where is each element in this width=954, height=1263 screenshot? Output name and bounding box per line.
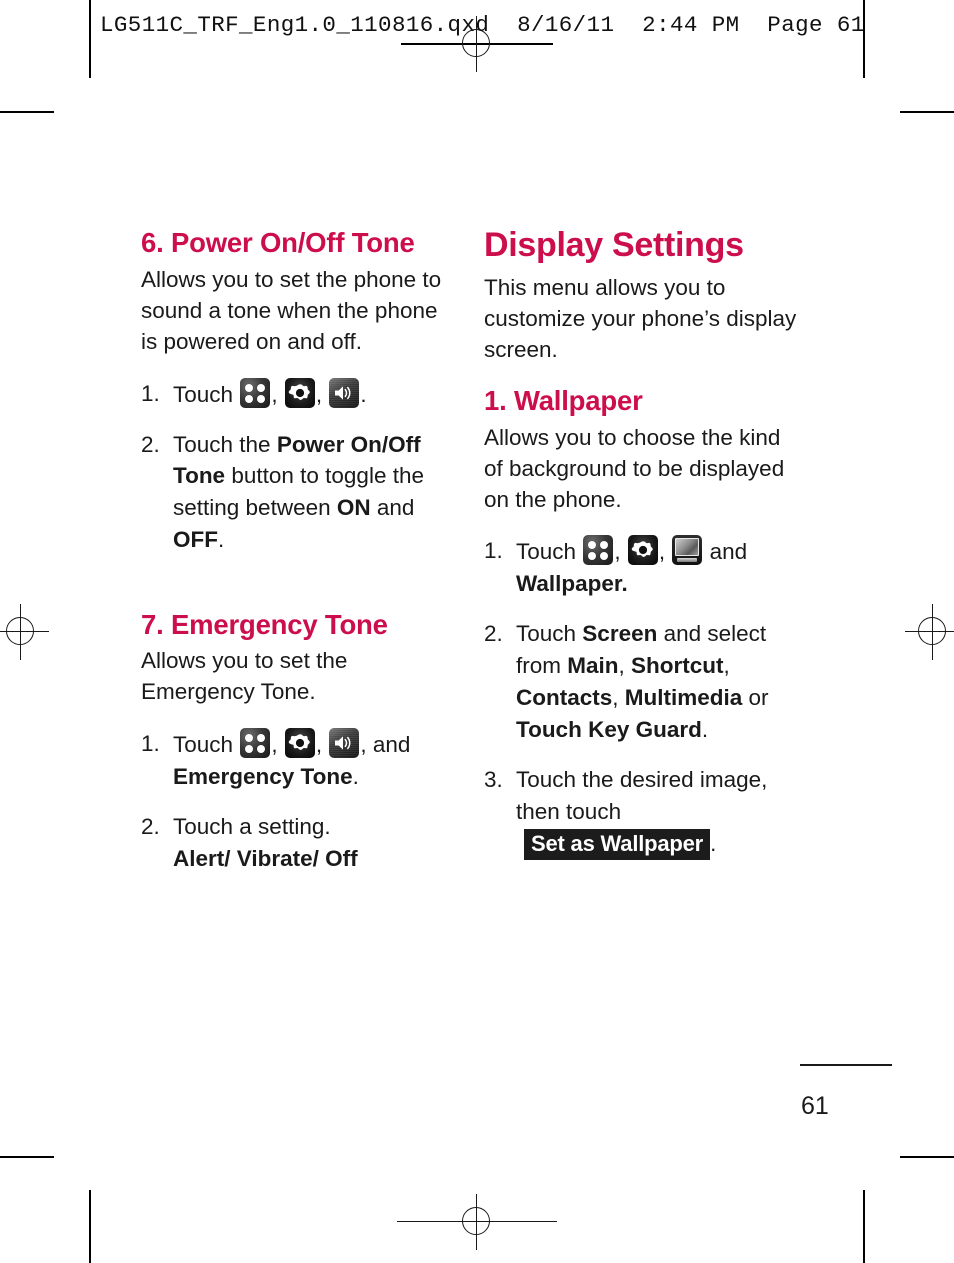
separator-comma: ,: [315, 381, 323, 407]
step-wallpaper-1: 1. Touch , , and Wallpaper.: [484, 535, 797, 600]
step-text: Touch the: [173, 431, 277, 457]
emphasis-contacts: Contacts: [516, 685, 613, 711]
paragraph-display-settings-intro: This menu allows you to customize your p…: [484, 275, 797, 362]
step-number: 1.: [141, 731, 160, 757]
sound-speaker-icon[interactable]: [329, 377, 360, 408]
right-column: Display Settings This menu allows you to…: [484, 226, 797, 878]
step-text: and: [370, 495, 415, 521]
heading-display-settings: Display Settings: [484, 226, 744, 264]
settings-gear-icon[interactable]: [284, 377, 315, 408]
separator: ,: [612, 685, 625, 711]
emphasis-shortcut: Shortcut: [631, 653, 724, 679]
step-text: Touch: [516, 621, 583, 647]
registration-horizontal-line: [905, 631, 954, 632]
step-power-tone-1: 1. Touch , , .: [141, 377, 454, 411]
step-emergency-tone-2: 2. Touch a setting. Alert/ Vibrate/ Off: [141, 811, 454, 875]
separator-comma: ,: [658, 539, 666, 565]
step-text: Touch: [173, 381, 234, 407]
emphasis-wallpaper: Wallpaper.: [516, 571, 628, 597]
document-page: LG511C_TRF_Eng1.0_110816.qxd 8/16/11 2:4…: [0, 0, 954, 1263]
period: .: [710, 830, 717, 856]
crop-mark-top-left-horizontal: [0, 111, 54, 113]
step-text-tail: and: [709, 539, 748, 565]
emphasis-multimedia: Multimedia: [624, 685, 743, 711]
period: .: [352, 763, 359, 789]
step-number: 2.: [141, 431, 160, 457]
paragraph-emergency-tone-intro: Allows you to set the Emergency Tone.: [141, 648, 348, 705]
left-column: 6. Power On/Off Tone Allows you to set t…: [141, 228, 454, 893]
emphasis-off: OFF: [173, 527, 218, 553]
registration-mark-bottom-center: [397, 1194, 557, 1250]
step-power-tone-2: 2. Touch the Power On/Off Tone button to…: [141, 429, 454, 557]
settings-gear-icon[interactable]: [627, 535, 658, 566]
step-number: 2.: [484, 621, 503, 647]
crop-mark-bottom-left-horizontal: [0, 1156, 54, 1158]
crop-mark-bottom-left-vertical: [89, 1190, 91, 1263]
paragraph-wallpaper-intro: Allows you to choose the kind of backgro…: [484, 424, 785, 512]
step-wallpaper-3: 3. Touch the desired image, then touch S…: [484, 764, 797, 860]
step-text: Touch the desired image, then touch: [516, 767, 768, 824]
paragraph-power-on-off-tone-intro: Allows you to set the phone to sound a t…: [141, 267, 442, 354]
separator: ,: [618, 653, 632, 679]
separator-comma: ,: [614, 539, 621, 565]
sound-speaker-icon[interactable]: [329, 728, 360, 759]
heading-emergency-tone: 7. Emergency Tone: [141, 609, 388, 641]
page-number: 61: [801, 1092, 829, 1120]
period: .: [701, 717, 709, 743]
step-text: Touch a setting.: [173, 813, 331, 839]
step-text-tail: .: [360, 381, 367, 407]
apps-grid-icon[interactable]: [240, 377, 271, 408]
step-emergency-tone-1: 1. Touch , , , and Emergency Tone.: [141, 728, 454, 793]
crop-mark-bottom-right-vertical: [863, 1190, 865, 1263]
registration-mark-right: [905, 604, 954, 660]
step-number: 3.: [484, 767, 503, 792]
step-text: Touch: [516, 539, 577, 565]
step-text-tail: , and: [360, 732, 411, 758]
step-number: 1.: [484, 538, 503, 564]
display-screen-icon[interactable]: [672, 535, 703, 566]
registration-horizontal-line: [0, 631, 49, 632]
settings-gear-icon[interactable]: [284, 728, 315, 759]
footer-rule: [800, 1064, 892, 1066]
step-number: 1.: [141, 380, 160, 406]
step-text: Touch: [173, 732, 234, 758]
display-screen-base: [677, 558, 698, 563]
registration-mark-left: [0, 604, 49, 660]
step-number: 2.: [141, 813, 160, 839]
separator: ,: [723, 653, 730, 679]
emphasis-alert-vibrate-off: Alert/ Vibrate/ Off: [173, 845, 358, 871]
registration-vertical-line: [20, 604, 21, 660]
registration-vertical-line: [932, 604, 933, 660]
heading-wallpaper: 1. Wallpaper: [484, 384, 643, 416]
separator-comma: ,: [315, 732, 323, 758]
emphasis-emergency-tone: Emergency Tone: [173, 763, 353, 789]
separator-comma: ,: [271, 732, 278, 758]
step-text: .: [218, 527, 225, 553]
registration-horizontal-line: [397, 1221, 557, 1222]
emphasis-screen: Screen: [582, 621, 658, 647]
set-as-wallpaper-button[interactable]: Set as Wallpaper: [524, 828, 711, 860]
display-screen-surface: [675, 538, 700, 557]
emphasis-on: ON: [336, 495, 371, 521]
apps-grid-icon[interactable]: [240, 728, 271, 759]
apps-grid-icon[interactable]: [583, 535, 614, 566]
separator-comma: ,: [271, 381, 278, 407]
crop-mark-top-right-horizontal: [900, 111, 954, 113]
step-text: or: [742, 685, 769, 711]
emphasis-main: Main: [567, 653, 619, 679]
prepress-slug-line: LG511C_TRF_Eng1.0_110816.qxd 8/16/11 2:4…: [100, 12, 865, 38]
crop-mark-top-left-vertical: [89, 0, 91, 78]
emphasis-touch-key-guard: Touch Key Guard: [516, 717, 702, 743]
heading-power-on-off-tone: 6. Power On/Off Tone: [141, 227, 415, 258]
step-wallpaper-2: 2. Touch Screen and select from Main, Sh…: [484, 618, 797, 746]
crop-mark-bottom-right-horizontal: [900, 1156, 954, 1158]
registration-vertical-line: [476, 1194, 477, 1250]
